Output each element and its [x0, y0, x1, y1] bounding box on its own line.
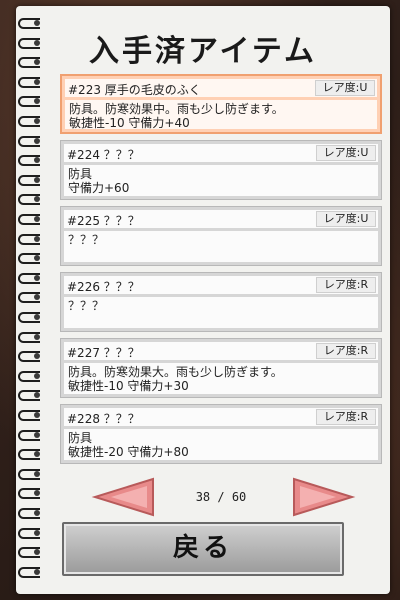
spiral-ring-icon [18, 96, 42, 108]
item-row-225[interactable]: #225 ？？？ レア度:U ？？？ [60, 206, 382, 266]
item-description: ？？？ [64, 297, 378, 328]
back-button[interactable]: 戻る [62, 522, 344, 576]
rarity-badge: レア度:R [316, 277, 376, 293]
spiral-ring-icon [18, 429, 42, 441]
spiral-ring-icon [18, 194, 42, 206]
spiral-ring-icon [18, 233, 42, 245]
item-name: #224 ？？？ [67, 148, 140, 162]
spiral-ring-icon [18, 214, 42, 225]
next-page-arrow-icon[interactable] [290, 476, 356, 522]
spiral-ring-icon [18, 331, 42, 343]
item-name: #225 ？？？ [67, 214, 140, 228]
item-header: #225 ？？？ レア度:U [64, 210, 378, 228]
spiral-ring-icon [18, 547, 42, 559]
rarity-badge: レア度:R [316, 343, 376, 359]
item-row-226[interactable]: #226 ？？？ レア度:R ？？？ [60, 272, 382, 332]
rarity-badge: レア度:R [316, 409, 376, 425]
spiral-ring-icon [18, 155, 42, 167]
spiral-ring-icon [18, 566, 42, 578]
item-description: 防具。防寒効果大。雨も少し防ぎます。 敏捷性-10 守備力+30 [64, 363, 378, 394]
item-name: #223 厚手の毛皮のふく [68, 83, 201, 97]
spiral-ring-icon [18, 174, 42, 186]
pagination: 38 / 60 [56, 476, 386, 522]
spiral-binding [18, 18, 44, 598]
item-header: #226 ？？？ レア度:R [64, 276, 378, 294]
spiral-ring-icon [18, 390, 42, 402]
item-row-223[interactable]: #223 厚手の毛皮のふく レア度:U 防具。防寒効果中。雨も少し防ぎます。 敏… [60, 74, 382, 134]
spiral-ring-icon [18, 135, 42, 147]
item-name: #227 ？？？ [67, 346, 140, 360]
item-name: #226 ？？？ [67, 280, 140, 294]
spiral-ring-icon [18, 410, 42, 421]
spiral-ring-icon [18, 253, 42, 265]
spiral-ring-icon [18, 76, 42, 88]
spiral-ring-icon [18, 488, 42, 500]
spiral-ring-icon [18, 116, 42, 127]
item-row-224[interactable]: #224 ？？？ レア度:U 防具 守備力+60 [60, 140, 382, 200]
rarity-badge: レア度:U [316, 145, 376, 161]
spiral-ring-icon [18, 351, 42, 363]
page-title: 入手済アイテム [89, 34, 317, 69]
item-description: 防具。防寒効果中。雨も少し防ぎます。 敏捷性-10 守備力+40 [65, 100, 377, 130]
item-row-227[interactable]: #227 ？？？ レア度:R 防具。防寒効果大。雨も少し防ぎます。 敏捷性-10… [60, 338, 382, 398]
spiral-ring-icon [18, 449, 42, 461]
notebook-panel: 入手済アイテム #223 厚手の毛皮のふく レア度:U 防具。防寒効果中。雨も少… [16, 6, 390, 594]
item-header: #228 ？？？ レア度:R [64, 408, 378, 426]
item-description: 防具 敏捷性-20 守備力+80 [64, 429, 378, 460]
item-list: #223 厚手の毛皮のふく レア度:U 防具。防寒効果中。雨も少し防ぎます。 敏… [60, 74, 382, 470]
item-header: #227 ？？？ レア度:R [64, 342, 378, 360]
spiral-ring-icon [18, 468, 42, 480]
item-header: #224 ？？？ レア度:U [64, 144, 378, 162]
rarity-badge: レア度:U [316, 211, 376, 227]
spiral-ring-icon [18, 370, 42, 382]
item-header: #223 厚手の毛皮のふく レア度:U [65, 79, 377, 97]
spiral-ring-icon [18, 508, 42, 519]
item-row-228[interactable]: #228 ？？？ レア度:R 防具 敏捷性-20 守備力+80 [60, 404, 382, 464]
item-name: #228 ？？？ [67, 412, 140, 426]
rarity-badge: レア度:U [315, 80, 375, 96]
spiral-ring-icon [18, 312, 42, 323]
spiral-ring-icon [18, 527, 42, 539]
spiral-ring-icon [18, 292, 42, 304]
item-description: 防具 守備力+60 [64, 165, 378, 196]
item-description: ？？？ [64, 231, 378, 262]
spiral-ring-icon [18, 272, 42, 284]
